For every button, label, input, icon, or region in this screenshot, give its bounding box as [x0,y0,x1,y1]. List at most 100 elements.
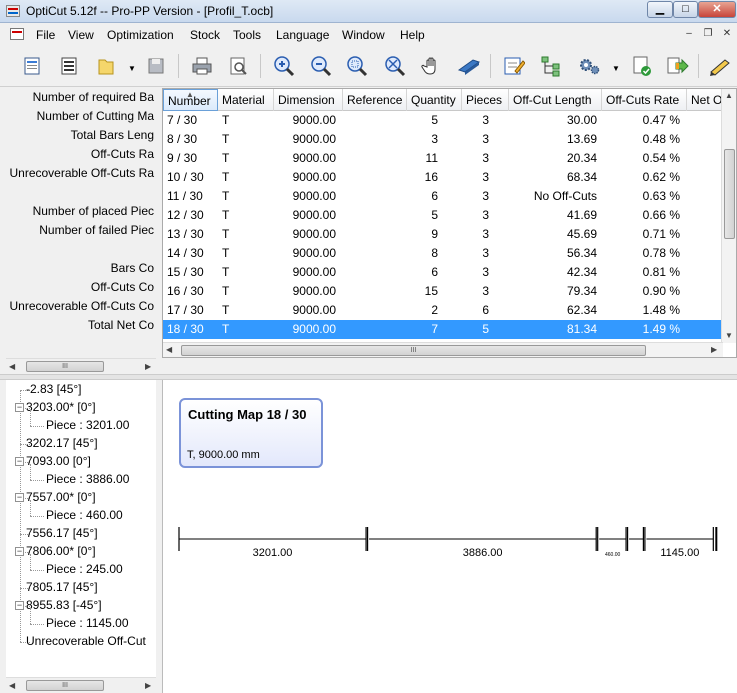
scroll-right-arrow-icon[interactable]: ▶ [711,345,717,354]
scroll-right-arrow-icon[interactable]: ▶ [145,362,151,371]
table-row[interactable]: 12 / 30 T 9000.00 5 3 41.69 0.66 % [163,206,723,225]
mdi-close-button[interactable]: ✕ [718,27,736,43]
tree-node[interactable]: 7557.00* [0°] [26,490,96,504]
mdi-minimize-button[interactable]: – [680,27,698,43]
table-horizontal-scrollbar[interactable]: ◀ III ▶ [163,342,723,357]
tree-node[interactable]: 8955.83 [-45°] [26,598,102,612]
table-row[interactable]: 13 / 30 T 9000.00 9 3 45.69 0.71 % [163,225,723,244]
table-row[interactable]: 9 / 30 T 9000.00 11 3 20.34 0.54 % [163,149,723,168]
open-dropdown-icon[interactable]: ▼ [128,64,136,73]
settings-icon[interactable] [575,52,603,80]
zoom-fit-icon[interactable] [343,52,371,80]
summary-horizontal-scrollbar[interactable]: ◀ III ▶ [6,358,156,374]
menu-tools[interactable]: Tools [233,28,261,42]
table-row[interactable]: 8 / 30 T 9000.00 3 3 13.69 0.48 % [163,130,723,149]
scroll-left-arrow-icon[interactable]: ◀ [9,681,15,690]
zoom-in-icon[interactable] [270,52,298,80]
tree-collapse-icon[interactable]: − [15,493,24,502]
tree-node[interactable]: 3202.17 [45°] [26,436,98,450]
mdi-restore-button[interactable]: ❐ [699,27,717,43]
cell-pieces: 3 [482,113,489,127]
tree-collapse-icon[interactable]: − [15,457,24,466]
menu-view[interactable]: View [68,28,94,42]
menu-language[interactable]: Language [276,28,329,42]
edit-icon[interactable] [500,52,528,80]
menu-optimization[interactable]: Optimization [107,28,174,42]
cell-pieces: 3 [482,265,489,279]
tree-node[interactable]: 7805.17 [45°] [26,580,98,594]
menu-stock[interactable]: Stock [190,28,220,42]
tree-piece-node[interactable]: Piece : 245.00 [46,562,123,576]
open-icon[interactable] [92,52,120,80]
maximize-button[interactable]: □ [673,1,698,18]
table-row[interactable]: 16 / 30 T 9000.00 15 3 79.34 0.90 % [163,282,723,301]
scroll-left-arrow-icon[interactable]: ◀ [166,345,172,354]
column-header-number[interactable]: ▲ Number [163,89,218,111]
optimize-tree-icon[interactable] [537,52,565,80]
table-row[interactable]: 17 / 30 T 9000.00 2 6 62.34 1.48 % [163,301,723,320]
column-header-dimension[interactable]: Dimension [274,89,343,111]
print-preview-icon[interactable] [224,52,252,80]
tree-node[interactable]: -2.83 [45°] [26,382,82,396]
menu-window[interactable]: Window [342,28,385,42]
tree-node[interactable]: 7806.00* [0°] [26,544,96,558]
table-row-selected[interactable]: 18 / 30 T 9000.00 7 5 81.34 1.49 % [163,320,723,339]
bar-3d-icon[interactable] [455,52,483,80]
export-icon[interactable] [664,52,692,80]
cutting-bar-diagram[interactable]: 3201.00 3886.00 460.00 1145.00 [163,505,737,575]
menu-file[interactable]: File [36,28,55,42]
save-icon[interactable] [142,52,170,80]
print-icon[interactable] [188,52,216,80]
tree-piece-node[interactable]: Piece : 460.00 [46,508,123,522]
column-header-reference[interactable]: Reference [343,89,407,111]
new-icon[interactable] [18,52,46,80]
scroll-up-arrow-icon[interactable]: ▲ [725,91,733,100]
column-header-net-offcuts[interactable]: Net O [687,89,723,111]
table-vertical-scrollbar[interactable]: ▲ ▼ [721,89,736,343]
close-button[interactable]: ✕ [698,1,736,18]
cell-reference [347,320,403,339]
pencil-icon[interactable] [706,52,734,80]
table-vscroll-thumb[interactable] [724,149,735,239]
column-header-quantity[interactable]: Quantity [407,89,462,111]
settings-dropdown-icon[interactable]: ▼ [612,64,620,73]
table-header: ▲ Number Material Dimension Reference Qu… [163,89,723,111]
tree-horizontal-scrollbar[interactable]: ◀ III ▶ [6,677,156,693]
table-row[interactable]: 15 / 30 T 9000.00 6 3 42.34 0.81 % [163,263,723,282]
scroll-down-arrow-icon[interactable]: ▼ [725,331,733,340]
table-row[interactable]: 7 / 30 T 9000.00 5 3 30.00 0.47 % [163,111,723,130]
tree-piece-node[interactable]: Piece : 3886.00 [46,472,129,486]
tree-node[interactable]: 7556.17 [45°] [26,526,98,540]
tree-piece-node[interactable]: Piece : 3201.00 [46,418,129,432]
tree-collapse-icon[interactable]: − [15,601,24,610]
table-hscroll-thumb[interactable]: III [181,345,646,356]
document-icon[interactable] [10,28,24,40]
table-row[interactable]: 14 / 30 T 9000.00 8 3 56.34 0.78 % [163,244,723,263]
tree-node[interactable]: 7093.00 [0°] [26,454,91,468]
zoom-all-icon[interactable] [381,52,409,80]
cell-rate: 0.81 % [642,265,680,279]
validate-icon[interactable] [628,52,656,80]
tree-node[interactable]: 3203.00* [0°] [26,400,96,414]
list-icon[interactable] [55,52,83,80]
scroll-left-arrow-icon[interactable]: ◀ [9,362,15,371]
tree-piece-node[interactable]: Piece : 1145.00 [46,616,129,630]
tree-collapse-icon[interactable]: − [15,547,24,556]
tree-node[interactable]: Unrecoverable Off-Cut [26,634,146,648]
cell-number: 17 / 30 [167,303,204,317]
scroll-right-arrow-icon[interactable]: ▶ [145,681,151,690]
zoom-out-icon[interactable] [307,52,335,80]
table-row[interactable]: 11 / 30 T 9000.00 6 3 No Off-Cuts 0.63 % [163,187,723,206]
menu-help[interactable]: Help [400,28,425,42]
column-header-offcut-length[interactable]: Off-Cut Length [509,89,602,111]
tree-collapse-icon[interactable]: − [15,403,24,412]
column-header-material[interactable]: Material [218,89,274,111]
table-row[interactable]: 10 / 30 T 9000.00 16 3 68.34 0.62 % [163,168,723,187]
column-header-pieces[interactable]: Pieces [462,89,509,111]
pan-hand-icon[interactable] [418,52,446,80]
minimize-button[interactable]: ▁ [647,1,673,18]
cutting-map-card[interactable]: Cutting Map 18 / 30 T, 9000.00 mm [179,398,323,468]
tree-scroll-thumb[interactable]: III [26,680,104,691]
column-header-offcuts-rate[interactable]: Off-Cuts Rate [602,89,687,111]
summary-scroll-thumb[interactable]: III [26,361,104,372]
